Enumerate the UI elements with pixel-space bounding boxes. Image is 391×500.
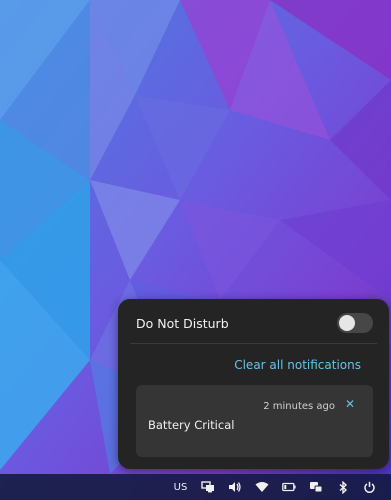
battery-icon[interactable] xyxy=(275,474,302,500)
notification-panel: Do Not Disturb Clear all notifications 2… xyxy=(118,299,389,469)
power-icon[interactable] xyxy=(356,474,383,500)
volume-icon[interactable] xyxy=(221,474,248,500)
do-not-disturb-label: Do Not Disturb xyxy=(136,315,229,331)
keyboard-layout-indicator[interactable]: US xyxy=(167,474,194,500)
notification-time: 2 minutes ago xyxy=(263,401,335,412)
taskbar: US xyxy=(0,474,391,500)
keyboard-icon[interactable] xyxy=(302,474,329,500)
notification-card[interactable]: 2 minutes ago ✕ Battery Critical xyxy=(136,385,373,457)
notification-title: Battery Critical xyxy=(148,418,235,432)
do-not-disturb-toggle[interactable] xyxy=(337,313,373,333)
wifi-icon[interactable] xyxy=(248,474,275,500)
panel-divider xyxy=(130,343,377,344)
close-icon[interactable]: ✕ xyxy=(345,397,355,411)
toggle-knob xyxy=(339,315,355,331)
clear-all-notifications-button[interactable]: Clear all notifications xyxy=(234,358,361,372)
display-icon[interactable] xyxy=(194,474,221,500)
do-not-disturb-row: Do Not Disturb xyxy=(136,311,373,335)
bluetooth-icon[interactable] xyxy=(329,474,356,500)
